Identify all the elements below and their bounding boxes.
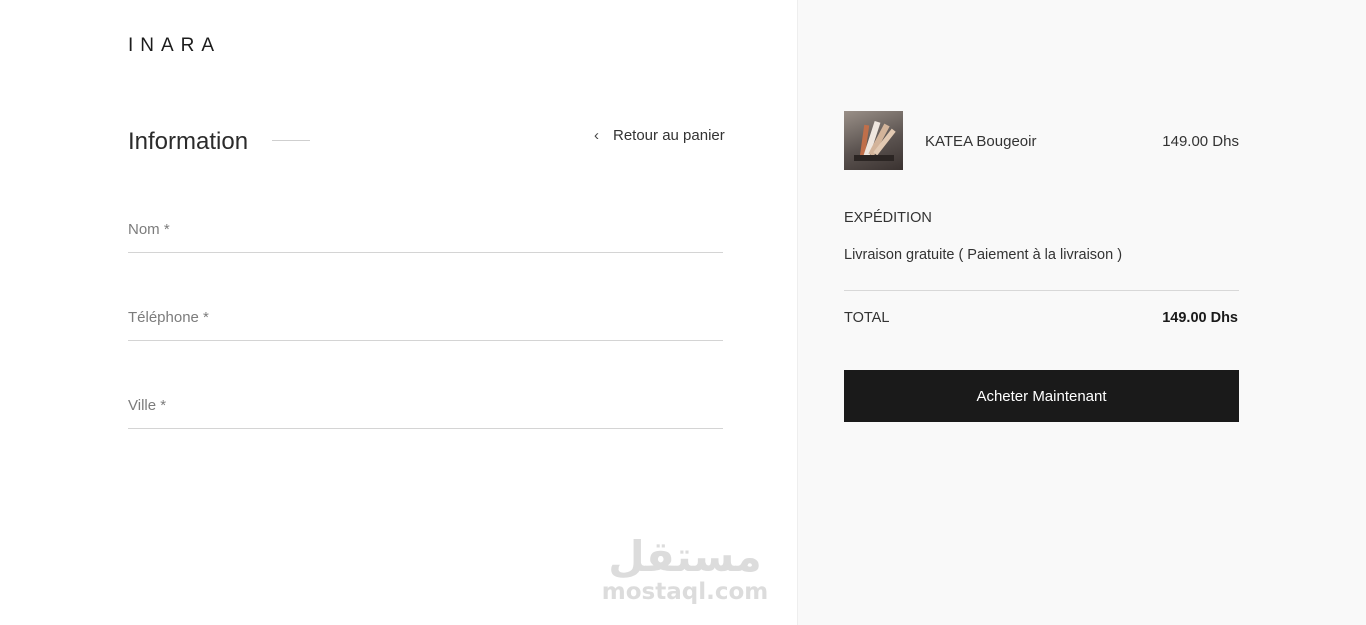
buy-now-button[interactable]: Acheter Maintenant bbox=[844, 370, 1239, 422]
nom-field-wrapper bbox=[128, 207, 723, 253]
shipping-title: EXPÉDITION bbox=[844, 210, 932, 226]
watermark: مستقل mostaql.com bbox=[600, 532, 770, 606]
total-label: TOTAL bbox=[844, 310, 890, 326]
product-thumbnail bbox=[844, 111, 903, 170]
watermark-latin: mostaql.com bbox=[601, 579, 769, 605]
summary-divider bbox=[844, 290, 1239, 291]
shipping-description: Livraison gratuite ( Paiement à la livra… bbox=[844, 247, 1123, 263]
page-title: Information bbox=[128, 128, 249, 155]
telephone-input[interactable] bbox=[128, 295, 723, 340]
product-price: 149.00 Dhs bbox=[1162, 133, 1239, 150]
brand-logo[interactable]: INARA bbox=[128, 35, 221, 57]
total-value: 149.00 Dhs bbox=[1162, 310, 1238, 326]
title-divider bbox=[272, 140, 310, 141]
back-to-cart-label: Retour au panier bbox=[613, 127, 725, 144]
ville-input[interactable] bbox=[128, 383, 723, 428]
back-to-cart-link[interactable]: ‹ Retour au panier bbox=[594, 127, 725, 144]
checkout-form-panel: INARA Information ‹ Retour au panier مست… bbox=[0, 0, 797, 625]
ville-field-wrapper bbox=[128, 383, 723, 429]
telephone-field-wrapper bbox=[128, 295, 723, 341]
order-summary-panel: KATEA Bougeoir 149.00 Dhs EXPÉDITION Liv… bbox=[797, 0, 1366, 625]
chevron-left-icon: ‹ bbox=[594, 127, 599, 144]
nom-input[interactable] bbox=[128, 207, 723, 252]
product-name: KATEA Bougeoir bbox=[925, 133, 1037, 150]
cart-item: KATEA Bougeoir 149.00 Dhs bbox=[844, 111, 1239, 171]
watermark-arabic: مستقل bbox=[608, 532, 762, 581]
